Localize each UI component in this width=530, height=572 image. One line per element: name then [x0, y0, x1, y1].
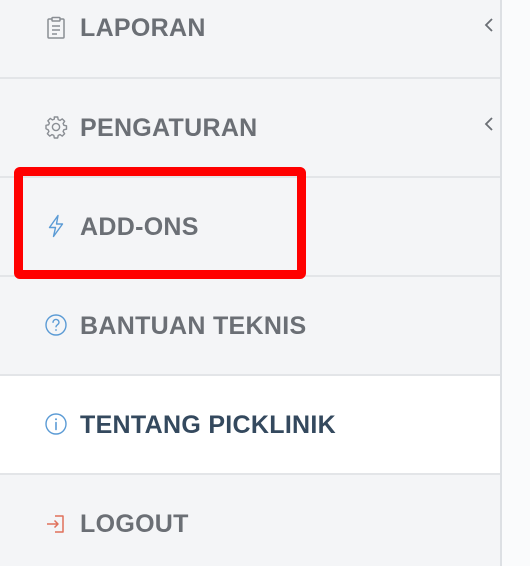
gear-icon: [45, 116, 68, 139]
lightning-icon: [48, 214, 64, 238]
sidebar-item-label: PENGATURAN: [80, 114, 258, 142]
sidebar-item-bantuan-teknis[interactable]: BANTUAN TEKNIS: [0, 277, 500, 376]
sidebar-item-label: BANTUAN TEKNIS: [80, 312, 307, 340]
info-circle-icon: [45, 413, 67, 435]
sidebar-item-label: TENTANG PICKLINIK: [80, 411, 337, 439]
sidebar-menu: LAPORAN PENGATURAN ADD-ONS BANTUAN TEKNI…: [0, 0, 500, 566]
sidebar-item-add-ons[interactable]: ADD-ONS: [0, 178, 500, 277]
logout-icon: [47, 515, 64, 533]
sidebar-item-laporan[interactable]: LAPORAN: [0, 0, 500, 79]
sidebar-item-label: LOGOUT: [80, 510, 189, 538]
report-icon: [47, 16, 65, 39]
chevron-left-icon: [484, 18, 493, 32]
sidebar-item-label: LAPORAN: [80, 14, 206, 42]
sidebar-item-label: ADD-ONS: [80, 213, 199, 241]
sidebar-item-tentang-picklinik[interactable]: TENTANG PICKLINIK: [0, 376, 500, 475]
sidebar-item-pengaturan[interactable]: PENGATURAN: [0, 79, 500, 178]
help-circle-icon: [45, 314, 67, 336]
sidebar-item-logout[interactable]: LOGOUT: [0, 475, 500, 572]
content-area-edge: [502, 0, 530, 566]
chevron-left-icon: [484, 117, 493, 131]
